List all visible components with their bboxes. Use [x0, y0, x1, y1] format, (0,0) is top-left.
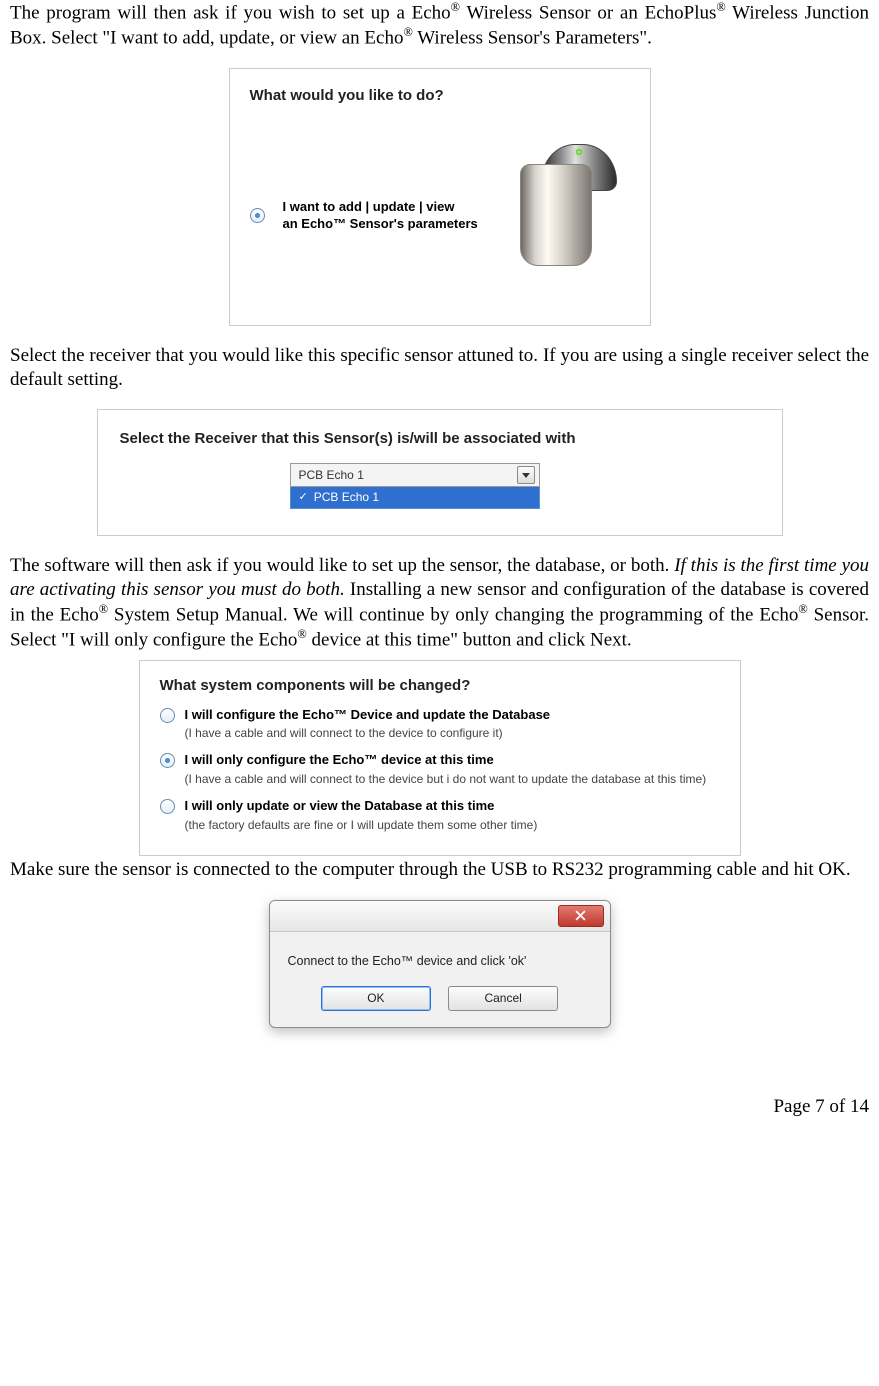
wizard-panel-components: What system components will be changed? … [139, 660, 741, 856]
radio-database-only[interactable] [160, 799, 175, 814]
text: device at this time" button and click Ne… [307, 629, 632, 650]
intro-paragraph-1: The program will then ask if you wish to… [10, 0, 869, 50]
led-icon [576, 149, 582, 155]
page-footer: Page 7 of 14 [10, 1095, 869, 1119]
reg-mark: ® [403, 25, 412, 39]
dialog-titlebar [270, 901, 610, 932]
figure-1: What would you like to do? I want to add… [10, 68, 869, 326]
option-label: I will only configure the Echo™ device a… [185, 751, 707, 787]
option-text: PCB Echo 1 [314, 490, 379, 505]
reg-mark: ® [99, 602, 108, 616]
receiver-combobox[interactable]: PCB Echo 1 [290, 463, 540, 487]
radio-configure-only[interactable] [160, 753, 175, 768]
intro-paragraph-4: Make sure the sensor is connected to the… [10, 858, 869, 882]
panel-title: Select the Receiver that this Sensor(s) … [120, 430, 760, 449]
connect-dialog: Connect to the Echo™ device and click 'o… [269, 900, 611, 1029]
option-subtext: (the factory defaults are fine or I will… [185, 817, 538, 833]
ok-button[interactable]: OK [321, 986, 431, 1011]
sensor-body-graphic [520, 164, 592, 266]
combobox-option[interactable]: ✓ PCB Echo 1 [291, 487, 539, 508]
text: I will configure the Echo™ Device and up… [185, 707, 551, 722]
reg-mark: ® [716, 0, 725, 14]
close-icon [575, 910, 586, 921]
sensor-photo [496, 128, 616, 303]
reg-mark: ® [451, 0, 460, 14]
radio-echo-sensor[interactable] [250, 208, 265, 223]
option-subtext: (I have a cable and will connect to the … [185, 725, 551, 741]
close-button[interactable] [558, 905, 604, 927]
reg-mark: ® [798, 602, 807, 616]
panel-title: What system components will be changed? [160, 677, 720, 696]
text: Wireless Sensor's Parameters". [413, 27, 652, 48]
option-label: I will configure the Echo™ Device and up… [185, 706, 551, 742]
combobox-dropdown-button[interactable] [517, 466, 535, 484]
dialog-message: Connect to the Echo™ device and click 'o… [270, 932, 610, 982]
option-subtext: (I have a cable and will connect to the … [185, 771, 707, 787]
intro-paragraph-3: The software will then ask if you would … [10, 554, 869, 652]
text: System Setup Manual. We will continue by… [108, 604, 798, 625]
combobox-value: PCB Echo 1 [299, 468, 364, 483]
figure-2: Select the Receiver that this Sensor(s) … [10, 409, 869, 536]
text: The program will then ask if you wish to… [10, 2, 451, 23]
text: an Echo™ Sensor's parameters [283, 216, 478, 231]
option-label: I want to add | update | view an Echo™ S… [283, 198, 478, 233]
radio-configure-and-update[interactable] [160, 708, 175, 723]
check-icon: ✓ [299, 491, 308, 505]
cancel-button[interactable]: Cancel [448, 986, 558, 1011]
text: I will only update or view the Database … [185, 798, 495, 813]
text: I will only configure the Echo™ device a… [185, 752, 494, 767]
text: The software will then ask if you would … [10, 555, 674, 576]
text: I want to add | update | view [283, 199, 455, 214]
combobox-list: ✓ PCB Echo 1 [290, 487, 540, 509]
wizard-panel-select-receiver: Select the Receiver that this Sensor(s) … [97, 409, 783, 536]
text: Wireless Sensor or an EchoPlus [460, 2, 716, 23]
wizard-panel-what-to-do: What would you like to do? I want to add… [229, 68, 651, 326]
option-label: I will only update or view the Database … [185, 797, 538, 833]
panel-title: What would you like to do? [250, 87, 630, 106]
intro-paragraph-2: Select the receiver that you would like … [10, 344, 869, 392]
figure-4: Connect to the Echo™ device and click 'o… [10, 900, 869, 1035]
figure-3: What system components will be changed? … [10, 660, 869, 856]
reg-mark: ® [297, 627, 306, 641]
